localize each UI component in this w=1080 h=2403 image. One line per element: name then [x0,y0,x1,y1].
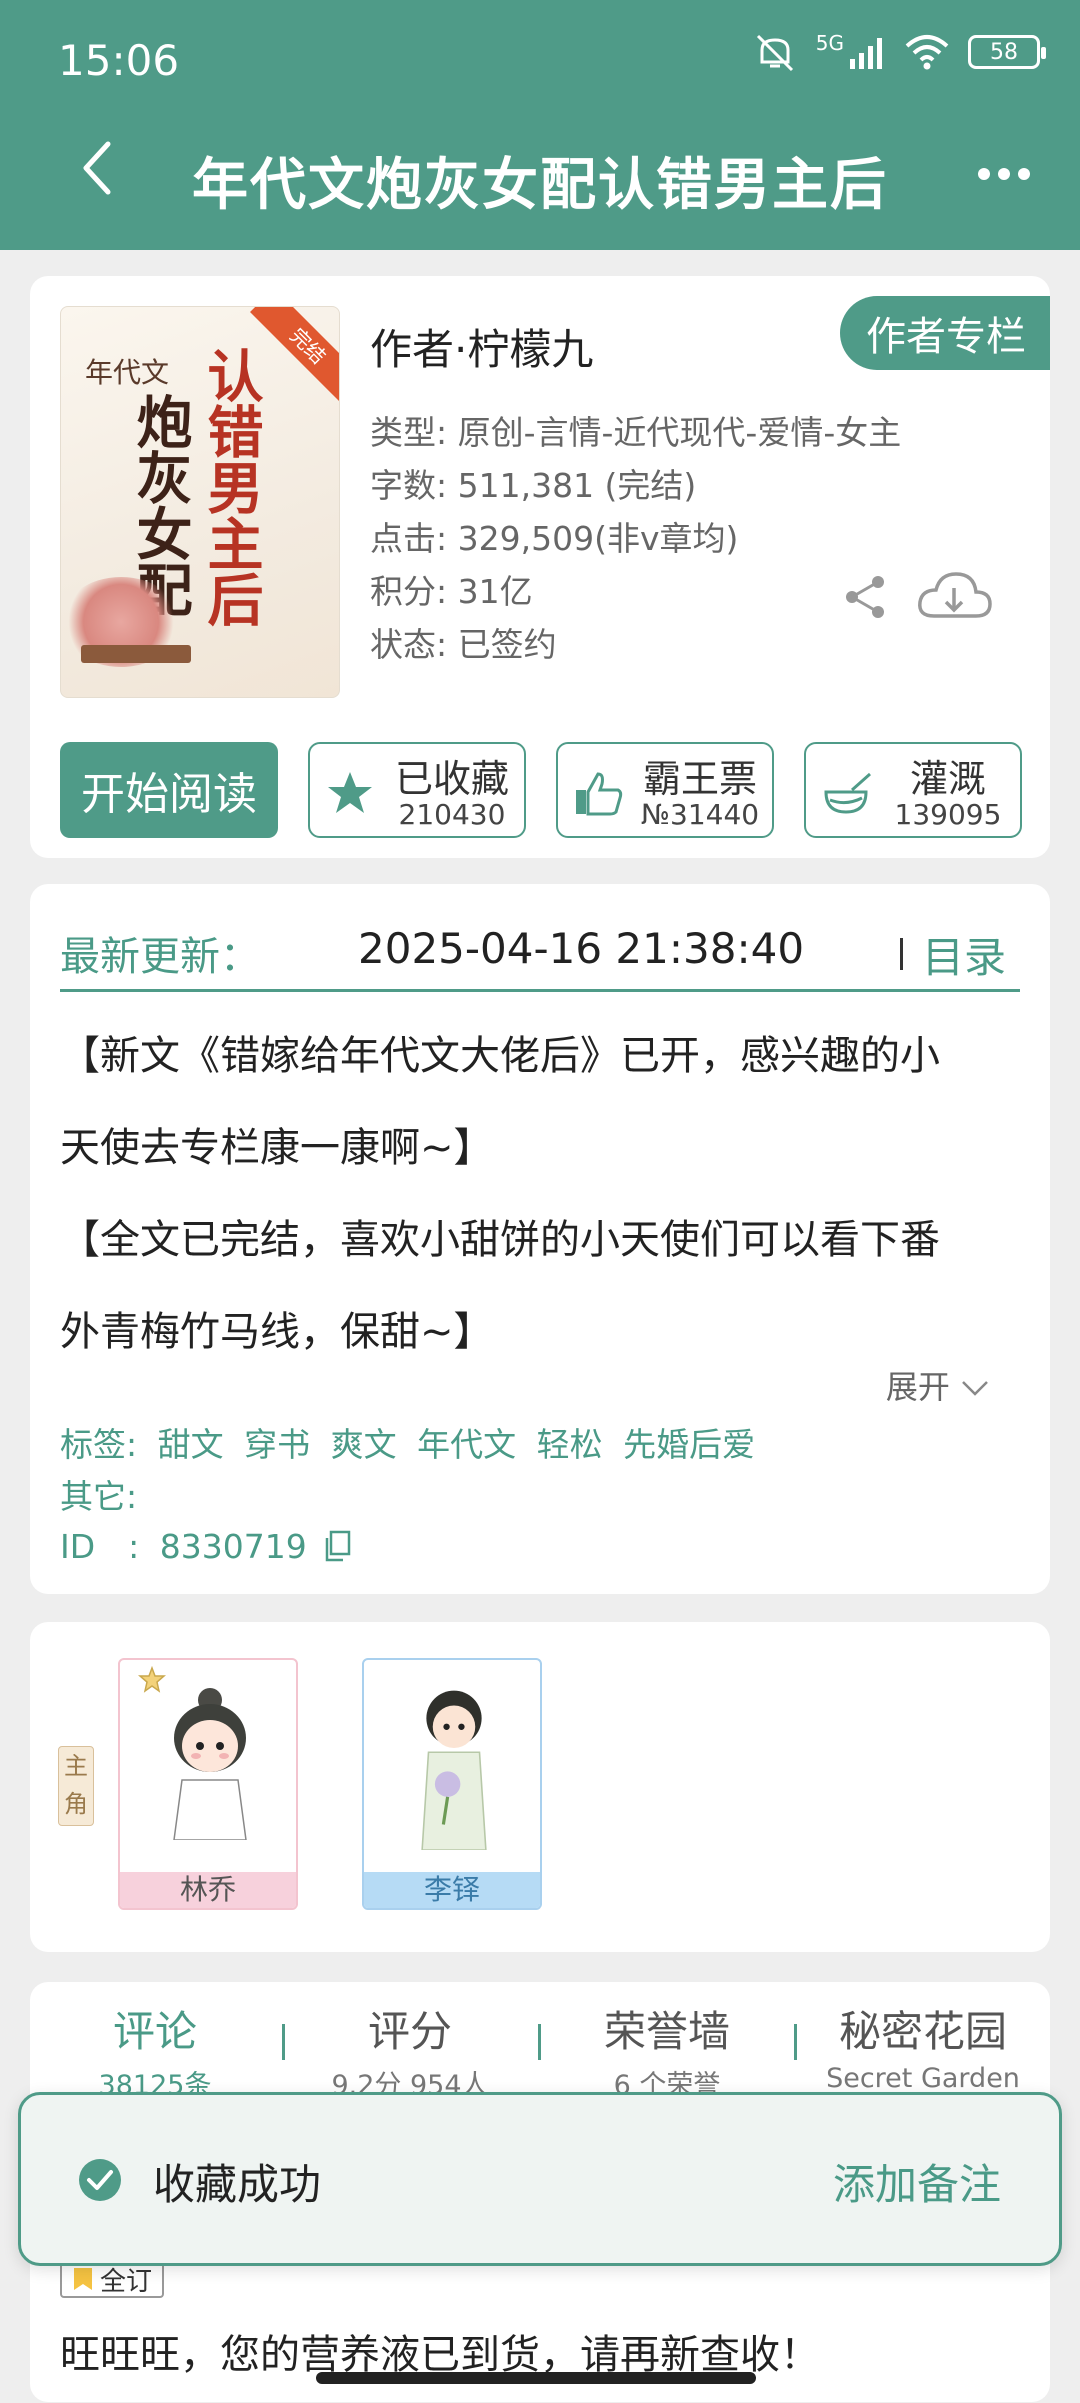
tag-item[interactable]: 甜文 [158,1425,224,1464]
tag-item[interactable]: 爽文 [331,1425,397,1464]
cover-table-art [81,645,191,663]
expand-label: 展开 [885,1368,950,1406]
share-icon[interactable] [842,574,888,620]
book-info-card: 完结 年代文 炮灰女配 认错男主后 作者·柠檬九 作者专栏 类型: 原创-言情-… [30,276,1050,858]
wifi-icon [905,35,949,70]
latest-update-datetime[interactable]: 2025-04-16 21:38:40 [358,924,804,973]
tab-sub: Secret Garden [826,2063,1020,2094]
meta-points: 积分: 31亿 [370,572,533,611]
notice-line-4: 外青梅竹马线，保甜~】 [60,1309,494,1355]
book-id-value: 8330719 [159,1527,307,1566]
latest-update-card: 最新更新： 2025-04-16 21:38:40 目录 【新文《错嫁给年代文大… [30,884,1050,1594]
status-icons: 5G 58 [752,31,1046,72]
notice-line-1: 【新文《错嫁给年代文大佬后》已开，感兴趣的小 [60,1033,940,1079]
book-id-row: ID : 8330719 [60,1520,353,1568]
favorite-count: 210430 [398,798,506,831]
full-subscribe-label: 全订 [100,2266,153,2297]
thumbs-up-icon [576,772,623,816]
author-name[interactable]: 作者·柠檬九 [370,316,593,377]
expand-button[interactable]: 展开 [886,1362,990,1408]
tab-honor-wall[interactable]: 荣誉墙 6 个荣誉 [542,1998,792,2102]
notice-line-2: 天使去专栏康一康啊~】 [60,1125,494,1171]
character-card[interactable]: 李铎 [362,1658,542,1910]
tab-divider [538,2024,541,2060]
cover-title-right: 认错男主后 [198,347,264,627]
nutrient-icon [824,772,871,814]
nutrient-count: 139095 [894,798,1002,831]
author-column-button[interactable]: 作者专栏 [840,296,1050,370]
toast-notification: 收藏成功 添加备注 [18,2092,1062,2266]
character-avatar [421,1690,487,1850]
book-id-label: ID : [60,1527,140,1566]
divider [900,938,903,970]
latest-update-row: 最新更新： 2025-04-16 21:38:40 目录 [60,910,1020,992]
home-indicator[interactable] [316,2372,756,2384]
characters-card: 主角 林乔 李铎 [30,1622,1050,1952]
nutrient-button[interactable]: 灌溉 139095 [804,742,1022,838]
book-cover[interactable]: 完结 年代文 炮灰女配 认错男主后 [60,306,340,698]
book-meta: 类型: 原创-言情-近代现代-爱情-女主 字数: 511,381 (完结) 点击… [370,406,901,671]
favorite-button[interactable]: 已收藏 210430 [308,742,526,838]
tab-label: 评分 [367,2007,452,2056]
lead-role-tag: 主角 [58,1746,94,1826]
download-icon[interactable] [914,566,994,626]
table-of-contents-link[interactable]: 目录 [922,924,1006,985]
tags-label: 标签: [60,1425,138,1464]
mute-icon [756,34,793,72]
meta-status: 状态: 已签约 [370,625,557,664]
status-time: 15:06 [58,36,180,85]
tab-label: 荣誉墙 [603,2007,730,2056]
app-header: 15:06 5G 58 年代文炮灰女配认错男主后 [0,0,1080,250]
toast-message: 收藏成功 [153,2160,322,2209]
tab-secret-garden[interactable]: 秘密花园 Secret Garden [798,1998,1048,2094]
copy-icon[interactable] [323,1530,353,1562]
battery-indicator: 58 [968,35,1046,69]
tags-row: 标签: 甜文 穿书 爽文 年代文 轻松 先婚后爱 [60,1418,765,1466]
bookmark-icon [74,2268,92,2290]
latest-update-label: 最新更新： [60,934,260,980]
tag-item[interactable]: 轻松 [537,1425,603,1464]
meta-genre: 类型: 原创-言情-近代现代-爱情-女主 [370,413,902,452]
chevron-down-icon [962,1381,988,1396]
meta-word-count: 字数: 511,381 (完结) [370,466,697,505]
add-note-button[interactable]: 添加备注 [833,2151,1001,2212]
favorite-label: 已收藏 [394,757,509,801]
notice-line-3: 【全文已完结，喜欢小甜饼的小天使们可以看下番 [60,1217,940,1263]
other-label: 其它: [60,1477,138,1516]
meta-clicks: 点击: 329,509(非v章均) [370,519,739,558]
character-avatar [173,1688,247,1840]
battery-level: 58 [990,39,1018,65]
tab-label: 评论 [112,2007,197,2056]
tag-item[interactable]: 穿书 [244,1425,310,1464]
tab-rating[interactable]: 评分 9.2分 954人 [285,1998,535,2102]
star-icon [328,772,372,813]
nutrient-label: 灌溉 [909,757,986,801]
overlord-ticket-label: 霸王票 [642,757,757,801]
character-name: 林乔 [120,1872,296,1908]
tab-divider [794,2024,797,2060]
tag-item[interactable]: 年代文 [417,1425,516,1464]
check-circle-icon [79,2159,121,2201]
tag-item[interactable]: 先婚后爱 [623,1425,755,1464]
more-options-button[interactable] [978,168,1030,180]
tab-comments[interactable]: 评论 38125条 [30,1998,280,2102]
tab-label: 秘密花园 [838,2007,1007,2056]
action-row: 开始阅读 已收藏 210430 霸王票 №31440 灌溉 139095 [60,742,1022,838]
overlord-ticket-count: №31440 [640,798,760,831]
overlord-ticket-button[interactable]: 霸王票 №31440 [556,742,774,838]
start-reading-button[interactable]: 开始阅读 [60,742,278,838]
signal-icon [850,38,882,69]
cover-small-title: 年代文 [85,356,170,389]
page-title: 年代文炮灰女配认错男主后 [192,153,888,218]
character-card[interactable]: 林乔 [118,1658,298,1910]
character-name: 李铎 [364,1872,540,1908]
network-label: 5G [815,31,844,55]
